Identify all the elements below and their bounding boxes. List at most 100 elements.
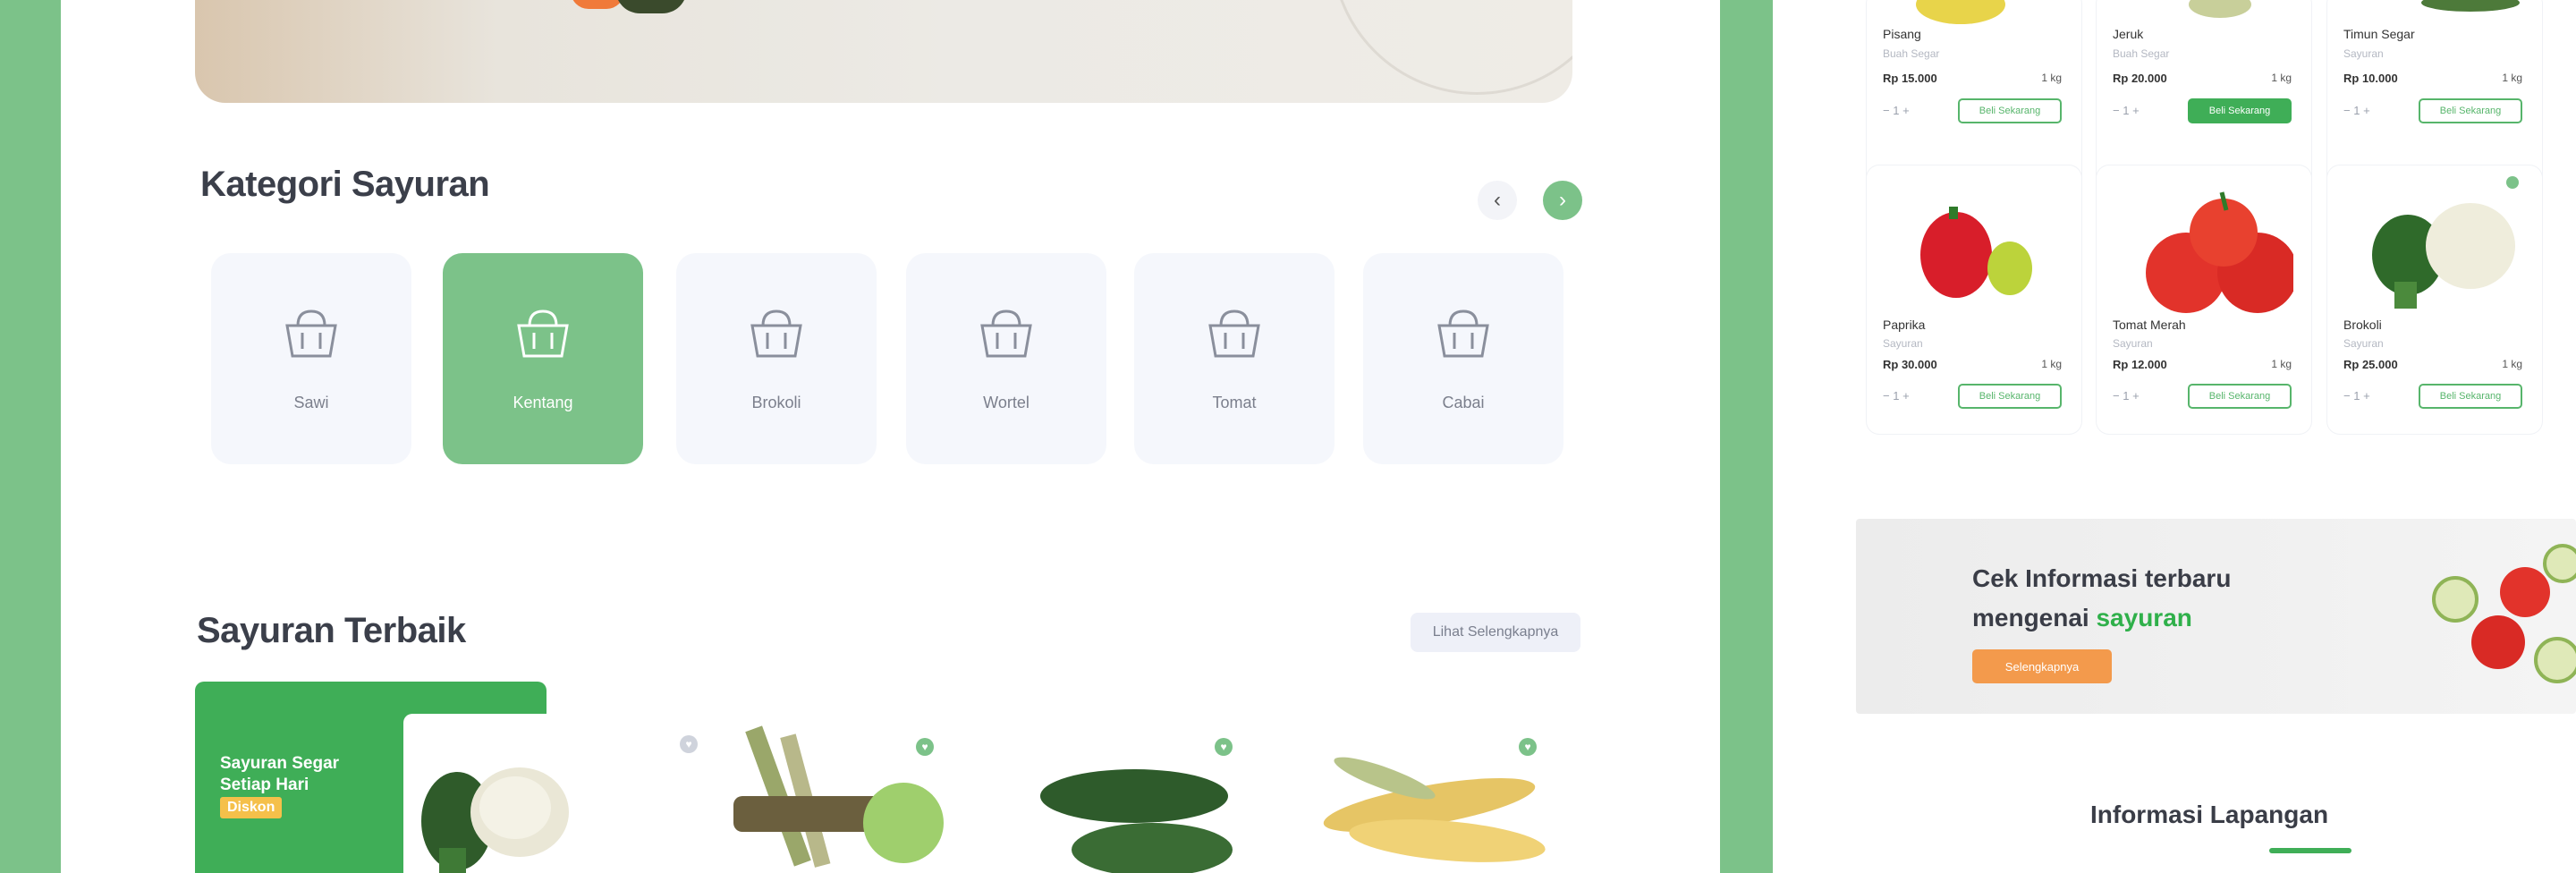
basket-icon [1437, 309, 1489, 357]
quantity-stepper[interactable]: − 1 + [2113, 104, 2140, 117]
quantity-value: 1 [2353, 104, 2360, 117]
quantity-value: 1 [2123, 389, 2130, 403]
favorite-icon[interactable]: ♥ [1215, 738, 1233, 756]
info-banner: Cek Informasi terbaru mengenai sayuran S… [1856, 519, 2576, 714]
product-category: Sayuran [2343, 337, 2384, 350]
info-title-underline [2269, 848, 2351, 853]
product-price: Rp 10.000 [2343, 72, 2398, 85]
fruit-images-top [1916, 0, 2520, 24]
quantity-stepper[interactable]: − 1 + [1883, 389, 1910, 403]
product-price: Rp 25.000 [2343, 358, 2398, 371]
buy-button[interactable]: Beli Sekarang [2419, 384, 2522, 409]
buy-button[interactable]: Beli Sekarang [1958, 98, 2062, 123]
buy-button[interactable]: Beli Sekarang [2419, 98, 2522, 123]
product-image [2146, 191, 2293, 313]
banner-title-line2: mengenai [1972, 604, 2089, 631]
product-category: Sayuran [2343, 47, 2384, 60]
chevron-right-icon: › [1559, 188, 1566, 212]
category-card[interactable]: Cabai [1363, 253, 1563, 464]
product-card[interactable]: Paprika Sayuran Rp 30.000 1 kg − 1 + Beli Sek… [1867, 165, 2081, 434]
promo-text: Sayuran Segar Setiap Hari Diskon [220, 753, 372, 818]
panel-gap [1720, 0, 1773, 873]
featured-section-title: Sayuran Terbaik [197, 611, 466, 650]
right-page-panel: Pisang Buah Segar Rp 15.000 1 kg − 1 + Beli S… [1773, 0, 2576, 873]
buy-button[interactable]: Beli Sekarang [2188, 384, 2292, 409]
product-card-cucumber[interactable]: ♥ [1000, 716, 1259, 873]
carrot-image [571, 0, 624, 9]
product-price: Rp 20.000 [2113, 72, 2167, 85]
banner-title-line1: Cek Informasi terbaru [1972, 564, 2232, 592]
plate-image [1331, 0, 1572, 95]
product-category: Sayuran [1883, 337, 1923, 350]
category-prev-button[interactable]: ‹ [1478, 181, 1517, 220]
product-price: Rp 30.000 [1883, 358, 1937, 371]
promo-headline: Sayuran Segar Setiap Hari [220, 754, 340, 794]
category-card[interactable]: Kentang [443, 253, 643, 464]
info-section-title: Informasi Lapangan [2090, 801, 2329, 828]
buy-button[interactable]: Beli Sekarang [1958, 384, 2062, 409]
category-card[interactable]: Tomat [1134, 253, 1335, 464]
product-unit: 1 kg [2041, 72, 2062, 84]
basket-icon [980, 309, 1032, 357]
buy-button[interactable]: Beli Sekarang [2188, 98, 2292, 123]
category-card[interactable]: Sawi [211, 253, 411, 464]
banner-more-button[interactable]: Selengkapnya [1972, 649, 2112, 683]
see-all-button[interactable]: Lihat Selengkapnya [1411, 613, 1580, 652]
product-image [2372, 203, 2515, 309]
basket-icon [750, 309, 802, 357]
quantity-stepper[interactable]: − 1 + [2343, 389, 2370, 403]
basket-icon [1208, 309, 1260, 357]
category-label: Wortel [983, 393, 1030, 411]
favorite-icon[interactable] [2506, 176, 2519, 189]
basket-icon [517, 309, 569, 357]
product-unit: 1 kg [2271, 72, 2292, 84]
promo-tag: Diskon [220, 797, 283, 818]
category-label: Sawi [293, 393, 329, 411]
product-card-corn[interactable]: ♥ [1304, 716, 1563, 873]
tomato-cucumber-image [2432, 544, 2576, 683]
product-card[interactable]: Tomat Merah Sayuran Rp 12.000 1 kg − 1 + Beli… [2097, 165, 2311, 434]
broccoli-cauliflower-image [421, 767, 569, 873]
category-card[interactable]: Wortel [906, 253, 1106, 464]
quantity-stepper[interactable]: − 1 + [2343, 104, 2370, 117]
product-category: Sayuran [2113, 337, 2153, 350]
product-unit: 1 kg [2502, 358, 2522, 370]
quantity-value: 1 [2123, 104, 2130, 117]
category-next-button[interactable]: › [1543, 181, 1582, 220]
quantity-value: 1 [2353, 389, 2360, 403]
favorite-icon[interactable]: ♥ [916, 738, 934, 756]
left-background [0, 0, 61, 873]
chevron-left-icon: ‹ [1494, 188, 1501, 212]
promo-card[interactable]: Sayuran Segar Setiap Hari Diskon ♥ [195, 682, 698, 873]
leaf-image [615, 0, 687, 13]
favorite-icon[interactable]: ♥ [680, 735, 698, 753]
banner-title: Cek Informasi terbaru mengenai sayuran [1972, 559, 2348, 638]
product-card-asparagus[interactable]: ♥ [698, 716, 957, 873]
category-label: Kentang [513, 393, 573, 411]
category-card[interactable]: Brokoli [676, 253, 877, 464]
category-label: Brokoli [751, 393, 801, 411]
product-image [1920, 207, 2032, 298]
product-category: Buah Segar [2113, 47, 2170, 60]
product-category: Buah Segar [1883, 47, 1940, 60]
quantity-value: 1 [1893, 389, 1900, 403]
promo-image-area [403, 714, 582, 873]
quantity-value: 1 [1893, 104, 1900, 117]
quantity-stepper[interactable]: − 1 + [2113, 389, 2140, 403]
favorite-icon[interactable]: ♥ [1519, 738, 1537, 756]
category-label: Cabai [1442, 393, 1485, 411]
banner-title-accent: sayuran [2096, 604, 2192, 631]
product-price: Rp 12.000 [2113, 358, 2167, 371]
left-page-panel: Kategori Sayuran ‹ › Sawi Kentang Brokoli W… [61, 0, 1720, 873]
product-card[interactable]: Brokoli Sayuran Rp 25.000 1 kg − 1 + Beli Sek… [2327, 165, 2542, 434]
category-section-title: Kategori Sayuran [200, 165, 490, 204]
asparagus-image [733, 725, 944, 868]
basket-icon [285, 309, 337, 357]
product-unit: 1 kg [2502, 72, 2522, 84]
quantity-stepper[interactable]: − 1 + [1883, 104, 1910, 117]
product-name: Paprika [1883, 318, 1926, 332]
hero-banner-image [195, 0, 1572, 103]
product-price: Rp 15.000 [1883, 72, 1937, 85]
product-name: Brokoli [2343, 318, 2382, 332]
category-label: Tomat [1212, 393, 1257, 411]
